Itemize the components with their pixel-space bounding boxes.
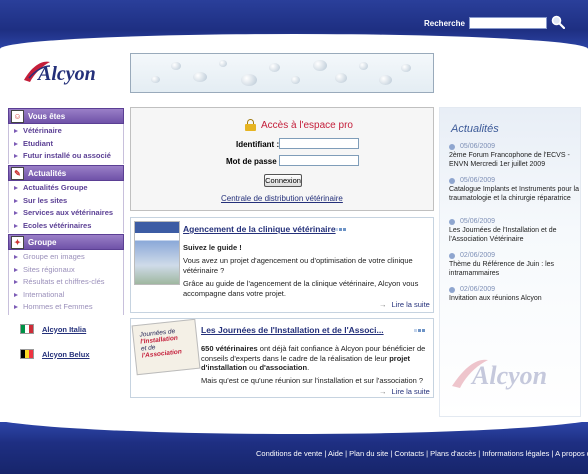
header-wave [0, 34, 588, 52]
italy-flag-icon [20, 324, 34, 334]
login-panel: Accès à l'espace pro Identifiant : Mot d… [130, 107, 434, 211]
group-icon: ✦ [11, 235, 24, 249]
news-item[interactable]: 05/06/2009 Catalogue Implants et Instrum… [449, 176, 579, 203]
alcyon-logo[interactable]: Alcyon [20, 56, 115, 86]
sidebar-item-resultats[interactable]: Résultats et chiffres-clés [9, 276, 123, 289]
section-header-actualites[interactable]: ✎ Actualités [8, 165, 124, 181]
svg-text:Alcyon: Alcyon [470, 361, 547, 390]
sidebar-section-groupe: ✦ Groupe Groupe en images Sites régionau… [8, 234, 124, 315]
sidebar-item-ecoles[interactable]: Ecoles vétérinaires [9, 220, 123, 233]
sidebar-item-groupe-images[interactable]: Groupe en images [9, 251, 123, 264]
search-icon[interactable] [551, 15, 565, 29]
svg-text:Alcyon: Alcyon [36, 63, 96, 85]
article-lead: Suivez le guide ! [183, 243, 242, 252]
connexion-button[interactable]: Connexion [264, 174, 302, 187]
sidebar-item-etudiant[interactable]: Etudiant [9, 138, 123, 151]
country-link-belux[interactable]: Alcyon Belux [20, 347, 90, 361]
news-panel-title: Actualités [451, 123, 499, 135]
news-icon: ✎ [11, 166, 24, 180]
centrale-distribution-link[interactable]: Centrale de distribution vétérinaire [221, 194, 343, 203]
password-label: Mot de passe : [226, 157, 282, 166]
article-agencement: Agencement de la clinique vétérinaire Su… [130, 217, 434, 313]
sidebar-section-vous-etes: ☺ Vous êtes Vétérinaire Etudiant Futur i… [8, 108, 124, 164]
footer-links[interactable]: Conditions de vente | Aide | Plan du sit… [256, 449, 588, 458]
identifiant-field[interactable] [279, 138, 359, 149]
section-header-vous-etes[interactable]: ☺ Vous êtes [8, 108, 124, 124]
search-label: Recherche [424, 19, 465, 28]
search-input[interactable] [469, 17, 547, 29]
sidebar-item-sur-les-sites[interactable]: Sur les sites [9, 195, 123, 208]
article-paragraph-1: Vous avez un projet d'agencement ou d'op… [183, 256, 413, 275]
article-title-journees[interactable]: Les Journées de l'Installation et de l'A… [201, 325, 384, 335]
login-title: Accès à l'espace pro [245, 119, 353, 131]
sidebar-section-actualites: ✎ Actualités Actualités Groupe Sur les s… [8, 165, 124, 233]
article-paragraph-1: 650 vétérinaires ont déjà fait confiance… [201, 344, 426, 372]
identifiant-label: Identifiant : [236, 140, 280, 149]
news-item[interactable]: 02/06/2009 Thème du Référence de Juin : … [449, 251, 579, 278]
profile-icon: ☺ [11, 109, 24, 123]
sidebar-item-hommes-femmes[interactable]: Hommes et Femmes [9, 301, 123, 314]
header-banner-image [130, 53, 434, 93]
article-title-agencement[interactable]: Agencement de la clinique vétérinaire [183, 224, 336, 234]
read-more-link[interactable]: Lire la suite [379, 387, 430, 396]
title-dots-icon [414, 329, 426, 334]
read-more-link[interactable]: Lire la suite [379, 300, 430, 309]
belgium-flag-icon [20, 349, 34, 359]
news-item[interactable]: 05/06/2009 Les Journées de l'Installatio… [449, 217, 579, 244]
watermark-logo: Alcyon [452, 359, 547, 390]
title-dots-icon [335, 228, 347, 233]
sidebar-item-veterinaire[interactable]: Vétérinaire [9, 125, 123, 138]
password-field[interactable] [279, 155, 359, 166]
guide-cover-image[interactable] [134, 221, 180, 285]
sidebar-item-sites-regionaux[interactable]: Sites régionaux [9, 264, 123, 277]
sidebar-item-services[interactable]: Services aux vétérinaires [9, 207, 123, 220]
sidebar-item-actualites-groupe[interactable]: Actualités Groupe [9, 182, 123, 195]
article-journees: Journées de l'Installation et de l'Assoc… [130, 318, 434, 398]
sidebar-item-futur-installe[interactable]: Futur installé ou associé [9, 150, 123, 163]
journees-brochure-image[interactable]: Journées de l'Installation et de l'Assoc… [131, 318, 201, 376]
article-paragraph-2: Grâce au guide de l'agencement de la cli… [183, 279, 419, 298]
news-item[interactable]: 05/06/2009 2ème Forum Francophone de l'E… [449, 142, 579, 169]
country-link-italia[interactable]: Alcyon Italia [20, 322, 86, 336]
article-paragraph-2: Mais qu'est ce qu'une réunion sur l'inst… [201, 376, 424, 385]
footer-band [0, 422, 588, 474]
sidebar-item-international[interactable]: International [9, 289, 123, 302]
news-item[interactable]: 02/06/2009 Invitation aux réunions Alcyo… [449, 285, 579, 304]
section-header-groupe[interactable]: ✦ Groupe [8, 234, 124, 250]
lock-icon [245, 119, 256, 131]
